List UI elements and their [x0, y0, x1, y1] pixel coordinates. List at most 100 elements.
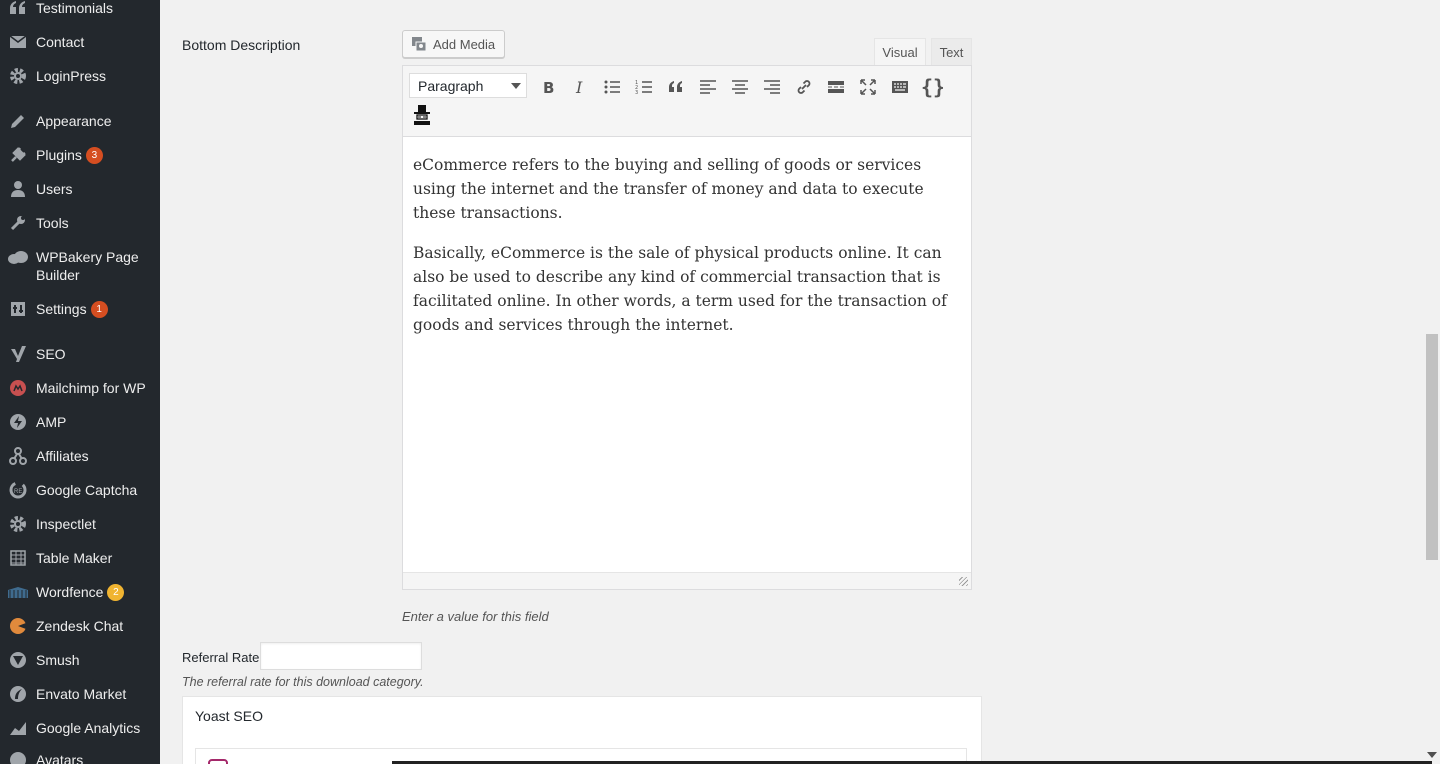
scroll-down-arrow-icon[interactable] — [1427, 752, 1437, 758]
menu-users[interactable]: Users — [0, 180, 160, 198]
format-select-value: Paragraph — [418, 77, 484, 94]
menu-seo[interactable]: SEO — [0, 345, 160, 363]
page-scrollbar[interactable] — [1423, 0, 1440, 764]
spy-icon[interactable] — [409, 102, 435, 128]
menu-google-analytics[interactable]: Google Analytics — [0, 719, 160, 737]
menu-label: Appearance — [36, 113, 112, 129]
svg-text:RE: RE — [14, 489, 22, 495]
menu-testimonials[interactable]: Testimonials — [0, 0, 160, 17]
avatar-icon — [0, 751, 36, 764]
menu-label: Users — [36, 181, 73, 197]
menu-avatars[interactable]: Avatars — [0, 751, 160, 764]
fullscreen-icon[interactable] — [855, 74, 881, 100]
media-icon — [411, 36, 427, 52]
menu-label: Plugins — [36, 146, 82, 163]
align-left-icon[interactable] — [695, 74, 721, 100]
update-count-badge: 2 — [107, 584, 125, 602]
menu-envato-market[interactable]: Envato Market — [0, 685, 160, 703]
bold-icon[interactable]: B — [535, 74, 561, 100]
zendesk-icon — [0, 617, 36, 635]
menu-label: AMP — [36, 414, 67, 430]
yoast-seo-metabox: Yoast SEO — [182, 696, 982, 764]
menu-label: Contact — [36, 34, 85, 50]
svg-text:B: B — [543, 79, 554, 96]
menu-label: Wordfence — [36, 583, 104, 600]
add-media-button[interactable]: Add Media — [402, 30, 505, 58]
menu-zendesk-chat[interactable]: Zendesk Chat — [0, 617, 160, 635]
menu-label: Avatars — [36, 752, 84, 764]
referral-rate-hint: The referral rate for this download cate… — [182, 675, 424, 689]
plug-icon — [0, 146, 36, 164]
resize-handle-icon[interactable] — [959, 577, 968, 586]
leaf-icon — [0, 685, 36, 703]
italic-icon[interactable]: I — [567, 74, 593, 100]
menu-label: Zendesk Chat — [36, 618, 124, 634]
menu-label: SEO — [36, 346, 66, 362]
format-select[interactable]: Paragraph — [409, 73, 527, 98]
menu-affiliates[interactable]: Affiliates — [0, 447, 160, 465]
chart-icon — [0, 720, 36, 736]
menu-label: Affiliates — [36, 448, 89, 464]
menu-amp[interactable]: AMP — [0, 413, 160, 431]
align-center-icon[interactable] — [727, 74, 753, 100]
settings-icon — [0, 300, 36, 318]
menu-smush[interactable]: Smush — [0, 651, 160, 669]
table-icon — [0, 550, 36, 566]
update-count-badge: 3 — [85, 147, 103, 165]
yoast-icon — [208, 759, 228, 764]
gear-icon — [0, 515, 36, 533]
editor-content[interactable]: eCommerce refers to the buying and selli… — [403, 137, 971, 573]
scrollbar-thumb[interactable] — [1426, 334, 1438, 560]
cloud-icon — [0, 248, 36, 264]
code-braces-icon[interactable]: {} — [919, 74, 945, 100]
yoast-seo-title[interactable]: Yoast SEO — [195, 708, 263, 724]
admin-sidebar: Testimonials Contact LoginPress Appearan… — [0, 0, 160, 764]
gear-icon — [0, 67, 36, 85]
menu-table-maker[interactable]: Table Maker — [0, 549, 160, 567]
chevron-down-icon — [511, 83, 521, 89]
menu-label: Inspectlet — [36, 516, 96, 532]
content-paragraph: eCommerce refers to the buying and selli… — [413, 156, 924, 222]
numbered-list-icon[interactable]: 123 — [631, 74, 657, 100]
menu-label: Google Analytics — [36, 720, 141, 736]
update-count-badge: 1 — [90, 301, 108, 319]
menu-settings[interactable]: Settings 1 — [0, 300, 160, 319]
align-right-icon[interactable] — [759, 74, 785, 100]
tab-visual[interactable]: Visual — [874, 38, 926, 66]
referral-rate-input[interactable] — [260, 642, 422, 670]
menu-label: Table Maker — [36, 550, 113, 566]
mailchimp-icon — [0, 380, 36, 396]
user-icon — [0, 180, 36, 198]
menu-label: Mailchimp for WP — [36, 380, 146, 396]
bottom-description-label: Bottom Description — [182, 37, 301, 53]
menu-tools[interactable]: Tools — [0, 214, 160, 232]
menu-label: Envato Market — [36, 686, 127, 702]
blockquote-icon[interactable] — [663, 74, 689, 100]
link-icon[interactable] — [791, 74, 817, 100]
read-more-icon[interactable] — [823, 74, 849, 100]
referral-rate-label: Referral Rate — [182, 650, 260, 665]
svg-text:3: 3 — [635, 90, 638, 96]
wrench-icon — [0, 214, 36, 232]
menu-contact[interactable]: Contact — [0, 33, 160, 51]
menu-google-captcha[interactable]: RE Google Captcha — [0, 481, 160, 499]
keyboard-icon[interactable] — [887, 74, 913, 100]
recaptcha-icon: RE — [0, 481, 36, 499]
menu-inspectlet[interactable]: Inspectlet — [0, 515, 160, 533]
bullet-list-icon[interactable] — [599, 74, 625, 100]
bolt-icon — [0, 413, 36, 431]
menu-plugins[interactable]: Plugins 3 — [0, 146, 160, 165]
menu-wordfence[interactable]: Wordfence 2 — [0, 583, 160, 602]
menu-loginpress[interactable]: LoginPress — [0, 67, 160, 85]
menu-appearance[interactable]: Appearance — [0, 112, 160, 130]
tab-text[interactable]: Text — [931, 38, 972, 66]
wordfence-icon — [0, 586, 36, 598]
menu-mailchimp[interactable]: Mailchimp for WP — [0, 379, 160, 397]
paintbrush-icon — [0, 112, 36, 130]
smush-icon — [0, 651, 36, 669]
editor-statusbar — [403, 572, 971, 589]
menu-wpbakery[interactable]: WPBakery Page Builder — [0, 248, 160, 284]
yoast-icon — [0, 345, 36, 363]
menu-label: Smush — [36, 652, 80, 668]
content-paragraph: Basically, eCommerce is the sale of phys… — [413, 244, 947, 334]
